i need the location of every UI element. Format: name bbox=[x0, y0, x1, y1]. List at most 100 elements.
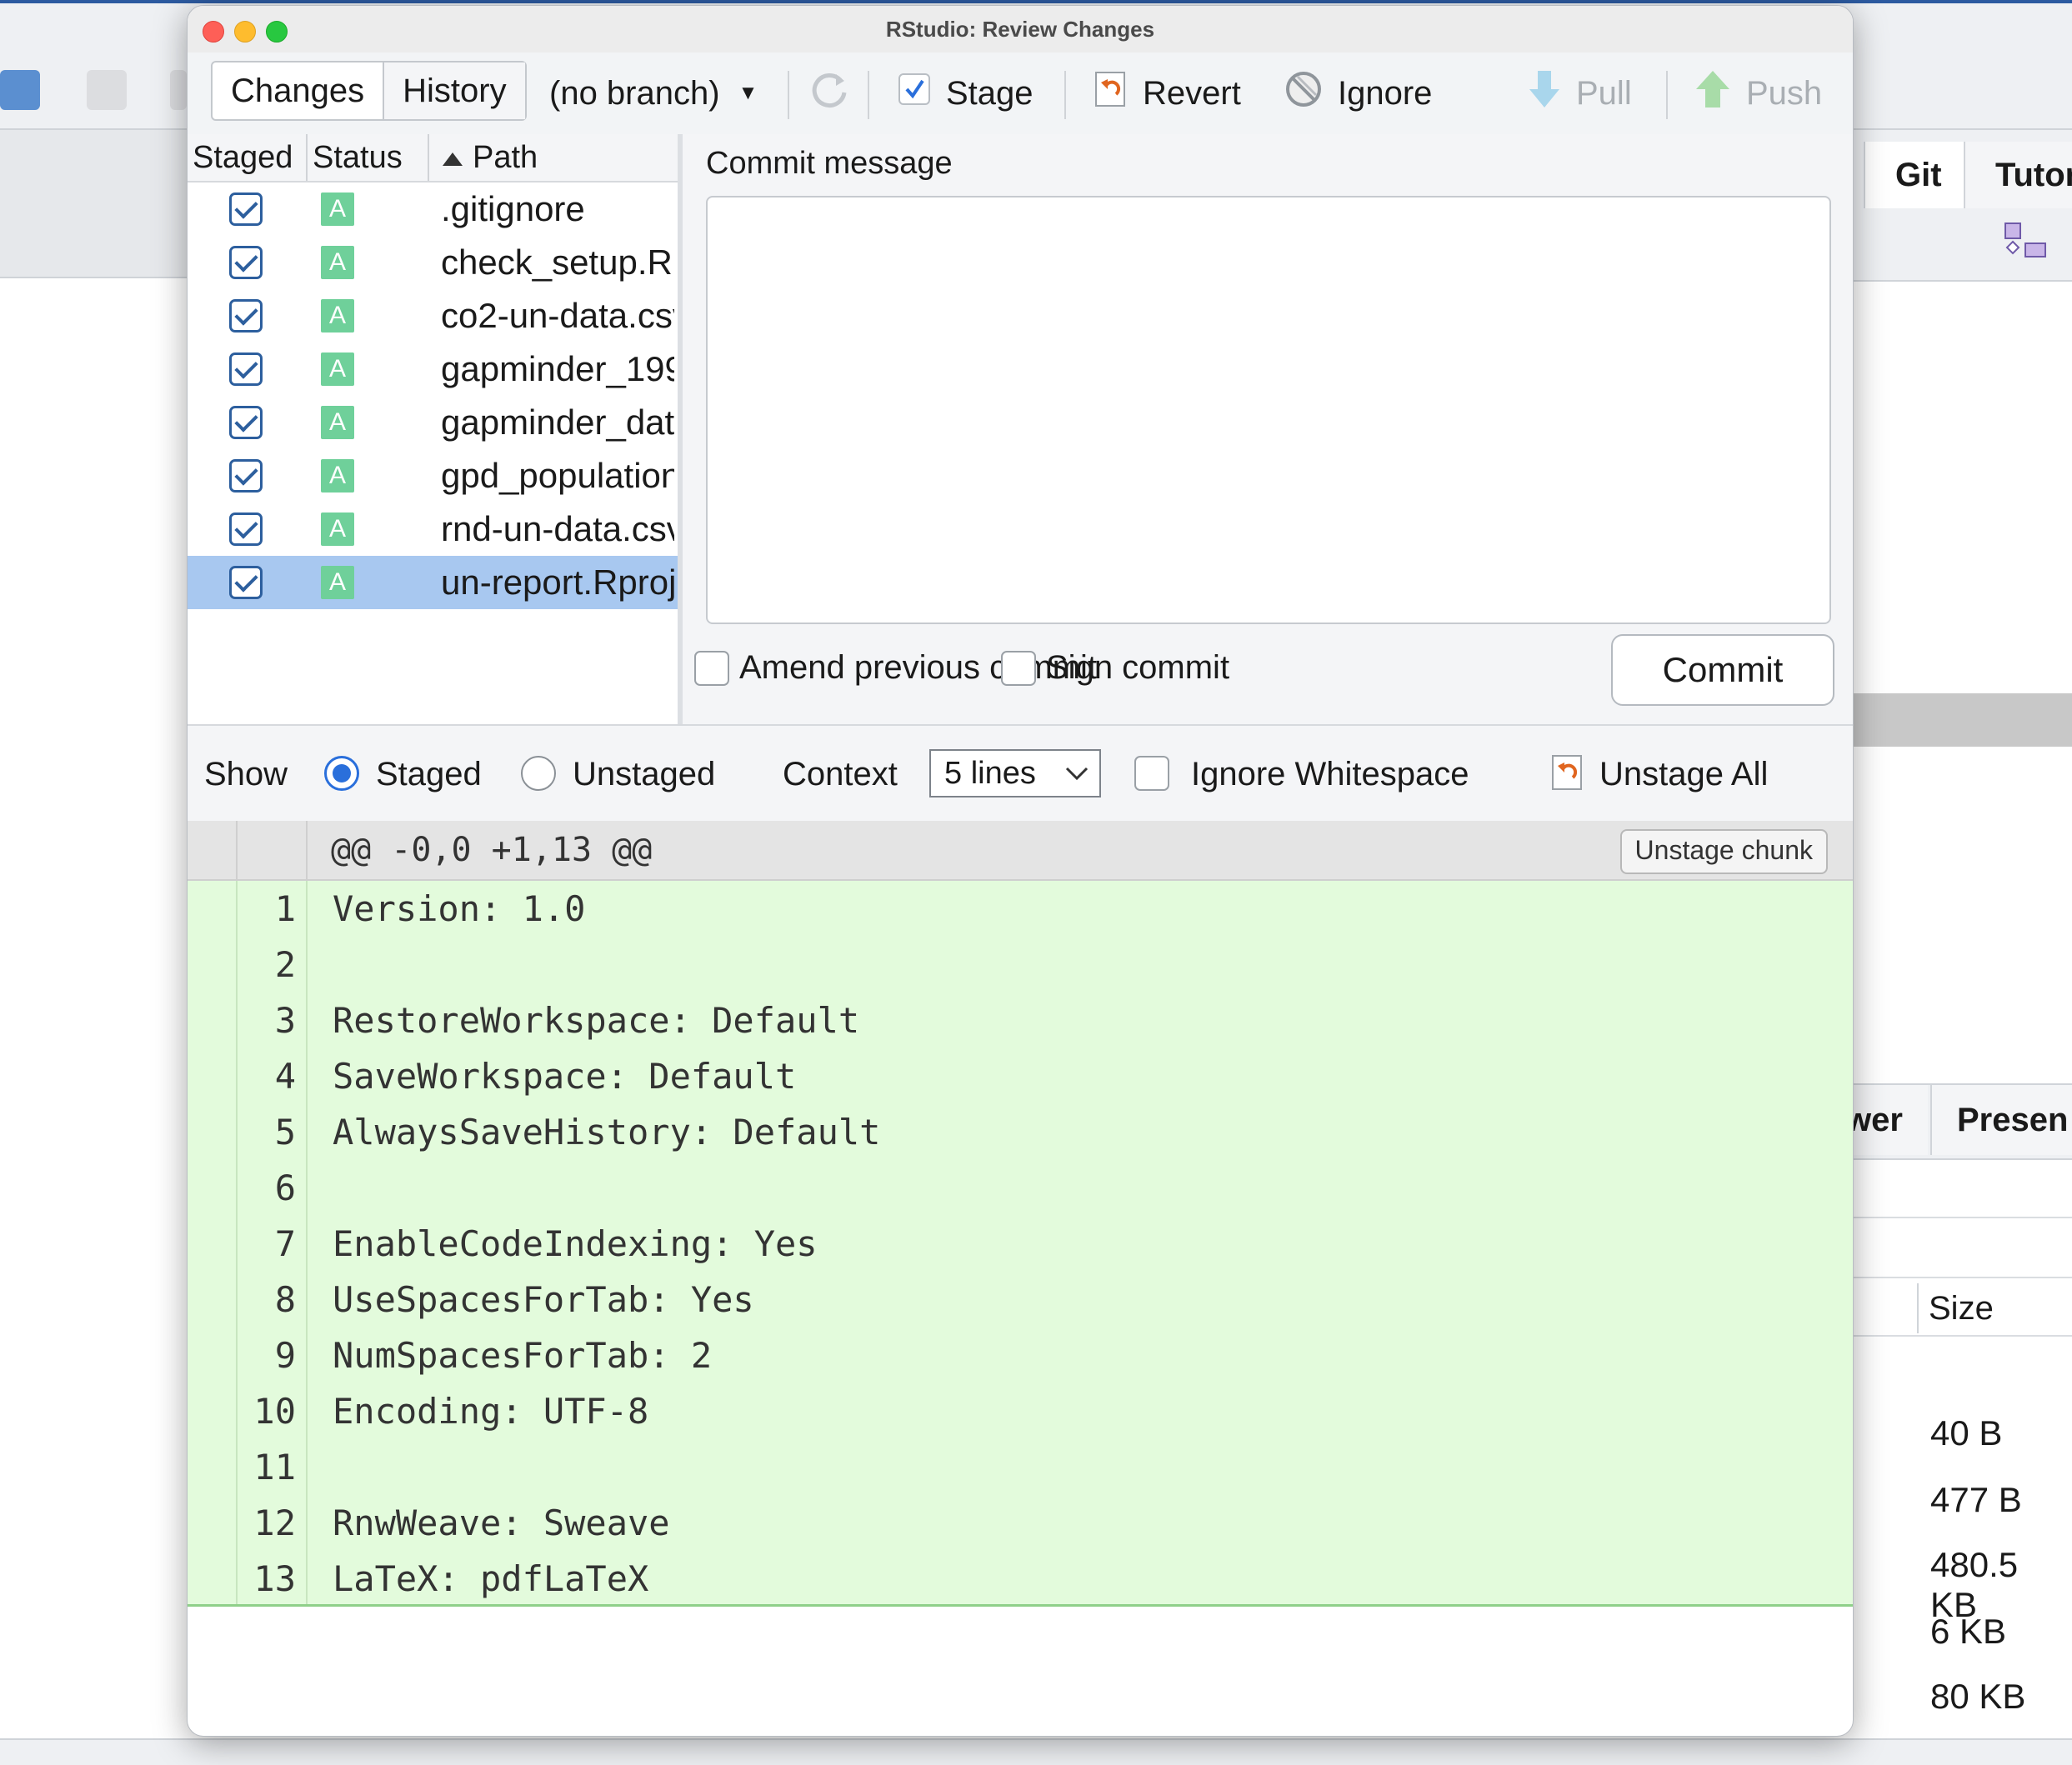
file-row[interactable]: A gpd_population.csv bbox=[188, 449, 678, 502]
context-select[interactable]: 5 lines bbox=[929, 749, 1101, 798]
revert-label: Revert bbox=[1143, 74, 1241, 112]
diff-line[interactable]: 10 Encoding: UTF-8 bbox=[188, 1383, 1853, 1439]
sign-commit-checkbox[interactable] bbox=[1001, 651, 1036, 686]
window-title: RStudio: Review Changes bbox=[885, 17, 1155, 42]
column-path[interactable]: Path bbox=[473, 134, 538, 181]
staged-checkbox[interactable] bbox=[229, 352, 263, 386]
diff-line[interactable]: 4 SaveWorkspace: Default bbox=[188, 1048, 1853, 1104]
file-row[interactable]: A rnd-un-data.csv bbox=[188, 502, 678, 556]
diff-line[interactable]: 8 UseSpacesForTab: Yes bbox=[188, 1272, 1853, 1328]
diff-line[interactable]: 3 RestoreWorkspace: Default bbox=[188, 992, 1853, 1048]
diff-line[interactable]: 2 bbox=[188, 937, 1853, 992]
file-path: gapminder_data.csv bbox=[441, 402, 674, 442]
file-path: check_setup.R bbox=[441, 242, 673, 282]
staged-checkbox[interactable] bbox=[229, 299, 263, 332]
ignore-button[interactable]: Ignore bbox=[1284, 52, 1432, 134]
file-row-selected[interactable]: A un-report.Rproj bbox=[188, 556, 678, 609]
diff-line[interactable]: 9 NumSpacesForTab: 2 bbox=[188, 1328, 1853, 1383]
file-row[interactable]: A .gitignore bbox=[188, 182, 678, 236]
unstage-all-button[interactable]: Unstage All bbox=[1551, 726, 1768, 822]
line-code: SaveWorkspace: Default bbox=[333, 1056, 797, 1097]
gutter-divider bbox=[306, 821, 308, 879]
diff-line[interactable]: 11 bbox=[188, 1439, 1853, 1495]
revert-button[interactable]: Revert bbox=[1094, 52, 1241, 134]
tab-tutorial[interactable]: Tutor bbox=[1964, 142, 2072, 208]
push-button[interactable]: Push bbox=[1694, 52, 1822, 134]
column-divider bbox=[428, 134, 429, 181]
file-path: co2-un-data.csv bbox=[441, 296, 674, 335]
file-path: gapminder_1997.csv bbox=[441, 349, 674, 388]
arrow-up-icon bbox=[1694, 69, 1731, 118]
diff-line[interactable]: 7 EnableCodeIndexing: Yes bbox=[188, 1216, 1853, 1272]
commit-message-label: Commit message bbox=[706, 146, 953, 181]
tab-changes[interactable]: Changes bbox=[213, 62, 383, 119]
size-column-header[interactable]: Size bbox=[1917, 1283, 2072, 1333]
staged-checkbox[interactable] bbox=[229, 459, 263, 492]
branch-selector[interactable]: (no branch) ▼ bbox=[549, 52, 758, 134]
diff-options-bar: Show Staged Unstaged Context 5 lines Ign… bbox=[188, 724, 1853, 824]
added-lines: 1 Version: 1.0 2 3 RestoreWorkspace: Defau… bbox=[188, 881, 1853, 1607]
added-status-badge: A bbox=[321, 566, 354, 599]
tab-git[interactable]: Git bbox=[1864, 142, 1972, 208]
diff-line[interactable]: 1 Version: 1.0 bbox=[188, 881, 1853, 937]
diff-line[interactable]: 5 AlwaysSaveHistory: Default bbox=[188, 1104, 1853, 1160]
unstage-chunk-button[interactable]: Unstage chunk bbox=[1619, 829, 1828, 874]
diff-line[interactable]: 12 RnwWeave: Sweave bbox=[188, 1495, 1853, 1551]
divider bbox=[1834, 1335, 2072, 1337]
revert-icon bbox=[1094, 71, 1128, 116]
commit-message-input[interactable] bbox=[706, 196, 1831, 624]
unstage-all-label: Unstage All bbox=[1599, 755, 1769, 792]
pane-divider[interactable] bbox=[1834, 693, 2072, 747]
column-staged[interactable]: Staged bbox=[193, 134, 293, 181]
ignore-whitespace-checkbox[interactable] bbox=[1134, 756, 1169, 791]
save-icon[interactable] bbox=[0, 70, 40, 110]
diff-view: @@ -0,0 +1,13 @@ Unstage chunk 1 Version:… bbox=[188, 821, 1853, 1607]
line-number: 12 bbox=[253, 1502, 296, 1543]
line-number: 6 bbox=[274, 1168, 296, 1208]
file-row[interactable]: A gapminder_data.csv bbox=[188, 396, 678, 449]
commit-button[interactable]: Commit bbox=[1611, 634, 1834, 706]
diff-line[interactable]: 6 bbox=[188, 1160, 1853, 1216]
amend-checkbox[interactable] bbox=[694, 651, 729, 686]
git-pane-icon[interactable] bbox=[2004, 222, 2049, 262]
print-icon[interactable] bbox=[87, 70, 127, 110]
tab-history[interactable]: History bbox=[383, 62, 525, 119]
context-label: Context bbox=[783, 756, 898, 792]
file-size: 80 KB bbox=[1930, 1677, 2026, 1716]
unstaged-radio-label: Unstaged bbox=[573, 756, 716, 792]
diff-line[interactable]: 13 LaTeX: pdfLaTeX bbox=[188, 1551, 1853, 1607]
unstaged-radio[interactable] bbox=[521, 756, 556, 791]
status-strip bbox=[0, 1738, 2072, 1765]
staged-checkbox[interactable] bbox=[229, 406, 263, 439]
pull-button[interactable]: Pull bbox=[1528, 52, 1632, 134]
caret-down-icon: ▼ bbox=[738, 82, 758, 104]
view-switcher: Changes History bbox=[211, 61, 527, 121]
column-status[interactable]: Status bbox=[313, 134, 403, 181]
gutter-divider bbox=[236, 821, 238, 879]
show-label: Show bbox=[204, 756, 288, 792]
toolbar-separator bbox=[788, 71, 789, 119]
toolbar-icon[interactable] bbox=[170, 70, 187, 110]
staged-radio[interactable] bbox=[324, 756, 359, 791]
chunk-header: @@ -0,0 +1,13 @@ Unstage chunk bbox=[188, 821, 1853, 881]
staged-checkbox[interactable] bbox=[229, 246, 263, 279]
added-status-badge: A bbox=[321, 512, 354, 546]
refresh-icon bbox=[808, 68, 851, 119]
toolbar-separator bbox=[1064, 71, 1066, 119]
stage-label: Stage bbox=[946, 74, 1033, 112]
file-row[interactable]: A co2-un-data.csv bbox=[188, 289, 678, 342]
source-tab-strip bbox=[0, 130, 187, 278]
staged-checkbox[interactable] bbox=[229, 566, 263, 599]
file-row[interactable]: A check_setup.R bbox=[188, 236, 678, 289]
line-code: Version: 1.0 bbox=[333, 888, 586, 929]
line-number: 2 bbox=[274, 944, 296, 985]
staged-checkbox[interactable] bbox=[229, 192, 263, 226]
refresh-button[interactable] bbox=[808, 52, 851, 134]
tab-presentation[interactable]: Presen bbox=[1930, 1085, 2072, 1155]
ignore-icon bbox=[1284, 70, 1323, 117]
line-number: 1 bbox=[274, 888, 296, 929]
stage-button[interactable]: Stage bbox=[898, 52, 1033, 134]
file-row[interactable]: A gapminder_1997.csv bbox=[188, 342, 678, 396]
line-code: NumSpacesForTab: 2 bbox=[333, 1335, 713, 1376]
staged-checkbox[interactable] bbox=[229, 512, 263, 546]
